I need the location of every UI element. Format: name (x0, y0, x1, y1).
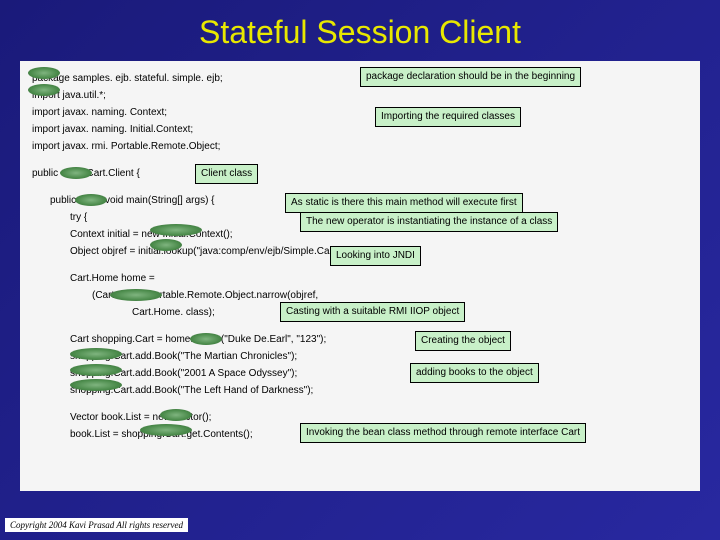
marker-icon (70, 364, 122, 376)
annotation-jndi-lookup: Looking into JNDI (330, 246, 421, 266)
code-panel: package samples. ejb. stateful. simple. … (20, 61, 700, 491)
code-line: import javax. naming. Initial.Context; (32, 122, 688, 138)
annotation-creating-object: Creating the object (415, 331, 511, 351)
marker-icon (70, 348, 122, 360)
code-line: shopping.Cart.add.Book("2001 A Space Ody… (32, 366, 688, 382)
marker-icon (60, 167, 92, 179)
marker-icon (28, 67, 60, 79)
code-line: shopping.Cart.add.Book("The Left Hand of… (32, 383, 688, 399)
slide-title: Stateful Session Client (0, 0, 720, 61)
annotation-package-decl: package declaration should be in the beg… (360, 67, 581, 87)
annotation-invoking-bean: Invoking the bean class method through r… (300, 423, 586, 443)
code-line: import javax. rmi. Portable.Remote.Objec… (32, 139, 688, 155)
marker-icon (140, 424, 192, 436)
marker-icon (150, 239, 182, 251)
marker-icon (75, 194, 107, 206)
code-line: Cart shopping.Cart = home.create("Duke D… (32, 332, 688, 348)
marker-icon (70, 379, 122, 391)
code-line: shopping.Cart.add.Book("The Martian Chro… (32, 349, 688, 365)
code-line: import javax. naming. Context; (32, 105, 688, 121)
annotation-casting: Casting with a suitable RMI IIOP object (280, 302, 465, 322)
annotation-static-main: As static is there this main method will… (285, 193, 523, 213)
annotation-new-operator: The new operator is instantiating the in… (300, 212, 558, 232)
code-line: public class Cart.Client { (32, 166, 688, 182)
marker-icon (28, 84, 60, 96)
annotation-importing: Importing the required classes (375, 107, 521, 127)
copyright-text: Copyright 2004 Kavi Prasad All rights re… (5, 518, 188, 532)
marker-icon (110, 289, 162, 301)
annotation-adding-books: adding books to the object (410, 363, 539, 383)
marker-icon (190, 333, 222, 345)
code-line: import java.util.*; (32, 88, 688, 104)
annotation-client-class: Client class (195, 164, 258, 184)
marker-icon (150, 224, 202, 236)
code-line: Cart.Home home = (32, 271, 688, 287)
marker-icon (160, 409, 192, 421)
